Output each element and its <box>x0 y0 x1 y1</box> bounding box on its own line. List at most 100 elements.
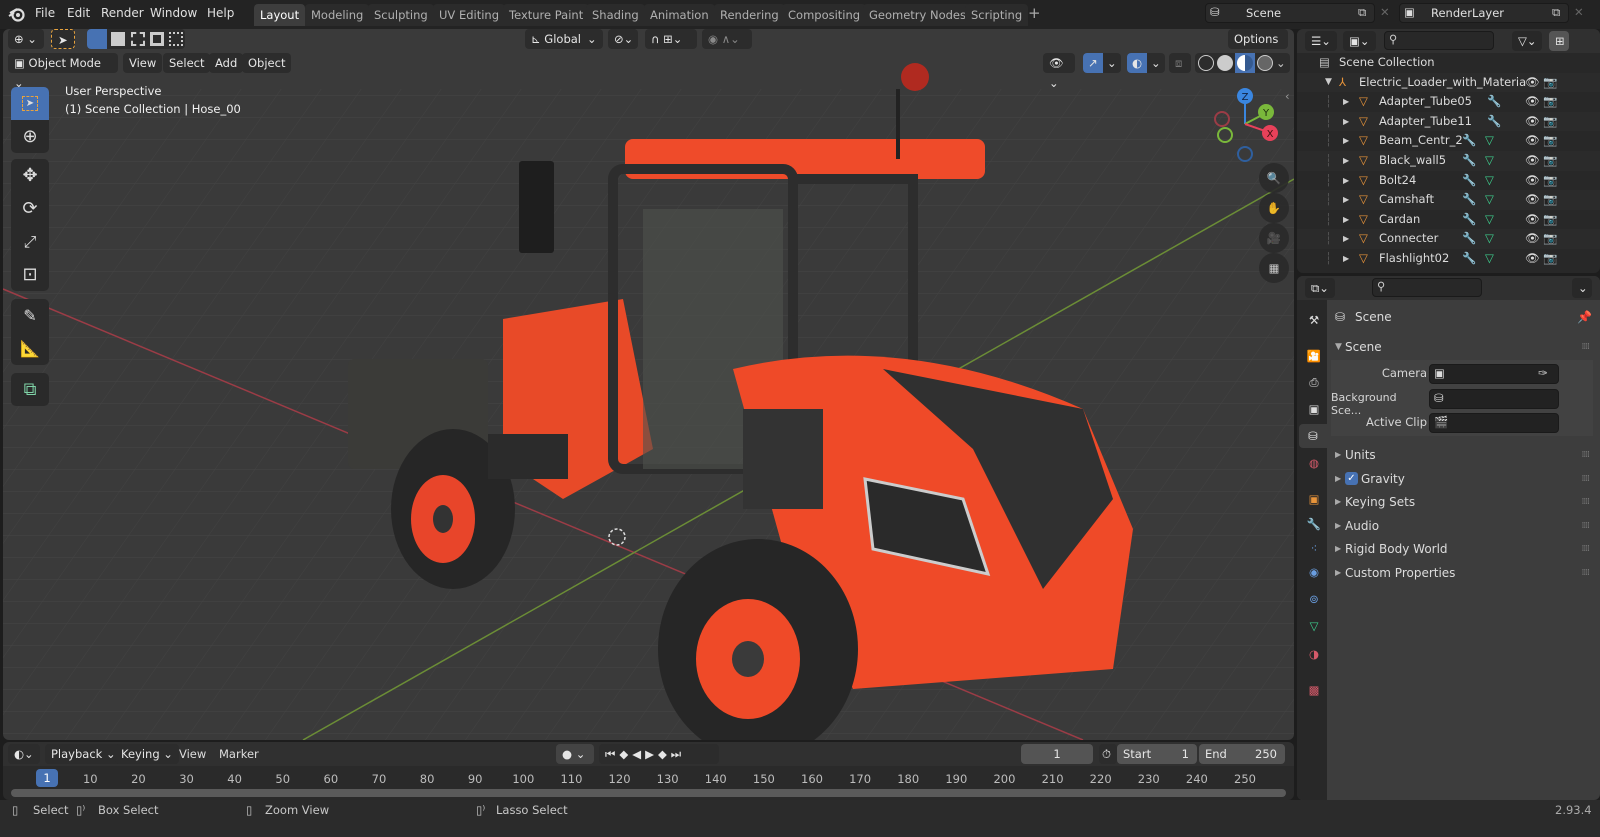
pivot-point-dropdown[interactable]: ⊘⌄ <box>608 29 638 49</box>
object-name[interactable]: Adapter_Tube05 <box>1379 92 1472 112</box>
object-name[interactable]: Beam_Centr_2 <box>1379 131 1463 151</box>
subpanel-audio[interactable]: ▶ Audio ⁞⁞⁞⁞ <box>1331 515 1593 537</box>
proportional-edit-icon[interactable]: ◉ <box>708 32 718 46</box>
menu-window[interactable]: Window <box>150 6 197 20</box>
tab-rendering[interactable]: Rendering <box>714 4 785 26</box>
tool-scale[interactable]: ⤢ <box>11 225 49 258</box>
snap-magnet-icon[interactable]: ∩ <box>651 32 659 46</box>
zoom-view-button[interactable]: 🔍 <box>1259 163 1289 193</box>
delete-scene-icon[interactable]: ✕ <box>1380 5 1390 19</box>
drag-handle-icon[interactable]: ⁞⁞⁞⁞ <box>1582 562 1591 584</box>
outliner-search-input[interactable]: ⚲ <box>1384 31 1494 50</box>
tab-scene[interactable]: ⛁ <box>1299 424 1327 448</box>
overlays-toggle[interactable]: ◐ ⌄ <box>1127 53 1165 73</box>
view-layer-name[interactable]: RenderLayer <box>1431 6 1504 20</box>
filter-dropdown[interactable]: ▽⌄ <box>1512 31 1543 51</box>
visibility-eye-icon[interactable]: 👁 <box>1525 92 1540 112</box>
options-dropdown[interactable]: Options ⌄ <box>1228 29 1288 66</box>
tab-uv-editing[interactable]: UV Editing <box>433 4 505 26</box>
subpanel-keying-sets[interactable]: ▶ Keying Sets ⁞⁞⁞⁞ <box>1331 491 1593 513</box>
playhead[interactable]: 1 <box>36 769 58 787</box>
modifier-wrench-icon[interactable]: 🔧 <box>1462 171 1476 191</box>
tool-add-cube[interactable]: ⧉ <box>11 373 49 406</box>
render-camera-icon[interactable]: 📷 <box>1543 171 1557 191</box>
drag-handle-icon[interactable]: ⁞⁞⁞⁞ <box>1582 444 1591 466</box>
visibility-eye-icon[interactable]: 👁 <box>1525 151 1540 171</box>
drag-handle-icon[interactable]: ⁞⁞⁞⁞ <box>1582 468 1591 490</box>
tab-data[interactable]: ▽ <box>1301 614 1327 638</box>
expand-right-icon[interactable]: ▶ <box>1343 92 1349 112</box>
tool-transform[interactable]: ⊡ <box>11 258 49 291</box>
subpanel-units[interactable]: ▶ Units ⁞⁞⁞⁞ <box>1331 444 1593 466</box>
pin-icon[interactable]: 📌 <box>1577 306 1592 328</box>
object-name[interactable]: Black_wall5 <box>1379 151 1446 171</box>
outliner-row-object[interactable]: ┆ ▶ ▽ Connecter 🔧 ▽ 👁 📷 <box>1297 229 1600 249</box>
mesh-data-icon[interactable]: ▽ <box>1485 210 1494 230</box>
solid-shading-icon[interactable] <box>1217 55 1233 71</box>
pan-view-button[interactable]: ✋ <box>1259 193 1289 223</box>
object-name[interactable]: Adapter_Tube11 <box>1379 112 1472 132</box>
gizmo-toggle[interactable]: ↗ ⌄ <box>1083 53 1121 73</box>
menu-edit[interactable]: Edit <box>67 6 90 20</box>
modifier-wrench-icon[interactable]: 🔧 <box>1462 190 1476 210</box>
object-menu[interactable]: Object <box>242 53 292 73</box>
new-view-layer-icon[interactable]: ⧉ <box>1552 5 1560 20</box>
visibility-eye-icon[interactable]: 👁 <box>1525 171 1540 191</box>
tab-world[interactable]: ◍ <box>1301 451 1327 475</box>
properties-search-input[interactable]: ⚲ <box>1372 278 1482 297</box>
properties-editor-type[interactable]: ⧉⌄ <box>1305 278 1335 298</box>
outliner-row-object[interactable]: ┆ ▶ ▽ Adapter_Tube05 🔧 👁 📷 <box>1297 92 1600 112</box>
expand-down-icon[interactable]: ▼ <box>1325 73 1332 93</box>
render-camera-icon[interactable]: 📷 <box>1543 112 1557 132</box>
subtract-selection-icon[interactable] <box>131 32 145 46</box>
intersect-selection-icon[interactable] <box>169 32 183 46</box>
tab-output[interactable]: ⎙ <box>1301 370 1327 394</box>
modifier-wrench-icon[interactable]: 🔧 <box>1487 112 1501 132</box>
modifier-wrench-icon[interactable]: 🔧 <box>1462 210 1476 230</box>
eyedropper-icon[interactable]: ✑ <box>1538 366 1548 380</box>
tab-compositing[interactable]: Compositing <box>782 4 867 26</box>
tool-cursor[interactable]: ⊕ <box>11 120 49 153</box>
mesh-data-icon[interactable]: ▽ <box>1485 131 1494 151</box>
render-camera-icon[interactable]: 📷 <box>1543 151 1557 171</box>
new-collection-button[interactable]: ⊞ <box>1549 31 1569 51</box>
outliner-row-collection[interactable]: ▼ ⅄ Electric_Loader_with_Materia 👁 📷 <box>1297 72 1600 93</box>
render-camera-icon[interactable]: 📷 <box>1543 210 1557 230</box>
outliner-row-object[interactable]: ┆ ▶ ▽ Camshaft 🔧 ▽ 👁 📷 <box>1297 190 1600 210</box>
wireframe-shading-icon[interactable] <box>1198 55 1214 71</box>
tab-modeling[interactable]: Modeling <box>305 4 370 26</box>
mesh-data-icon[interactable]: ▽ <box>1485 249 1494 269</box>
sidebar-toggle-icon[interactable]: ‹ <box>1285 89 1290 103</box>
view-layer-selector[interactable]: ▣ RenderLayer ⧉ <box>1399 3 1569 23</box>
tab-particles[interactable]: ⁖ <box>1301 536 1327 560</box>
shading-options-chevron-icon[interactable]: ⌄ <box>1276 53 1286 73</box>
falloff-curve-icon[interactable]: ∧⌄ <box>722 32 740 46</box>
snapping-group[interactable]: ∩ ⊞⌄ <box>645 29 697 49</box>
drag-handle-icon[interactable]: ⁞⁞⁞⁞ <box>1582 336 1591 358</box>
tool-annotate[interactable]: ✎ <box>11 299 49 332</box>
visibility-dropdown[interactable]: 👁⌄ <box>1043 53 1075 90</box>
set-new-selection-icon[interactable] <box>87 29 107 49</box>
visibility-eye-icon[interactable]: 👁 <box>1525 249 1540 269</box>
menu-help[interactable]: Help <box>207 6 234 20</box>
rendered-shading-icon[interactable] <box>1257 55 1273 71</box>
tool-select-box[interactable]: ➤ <box>11 87 49 120</box>
visibility-eye-icon[interactable]: 👁 <box>1525 229 1540 249</box>
blender-logo-icon[interactable] <box>8 5 26 23</box>
outliner-row-object[interactable]: ┆ ▶ ▽ Black_wall5 🔧 ▽ 👁 📷 <box>1297 151 1600 171</box>
outliner-row-object[interactable]: ┆ ▶ ▽ Adapter_Tube11 🔧 👁 📷 <box>1297 111 1600 132</box>
outliner-row-object[interactable]: ┆ ▶ ▽ Bolt24 🔧 ▽ 👁 📷 <box>1297 170 1600 191</box>
mesh-data-icon[interactable]: ▽ <box>1485 171 1494 191</box>
visibility-eye-icon[interactable]: 👁 <box>1525 112 1540 132</box>
proportional-editing-group[interactable]: ◉ ∧⌄ <box>702 29 752 49</box>
render-camera-icon[interactable]: 📷 <box>1543 73 1557 93</box>
drag-handle-icon[interactable]: ⁞⁞⁞⁞ <box>1582 515 1591 537</box>
expand-right-icon[interactable]: ▶ <box>1343 229 1349 249</box>
tab-render[interactable]: 🎦 <box>1301 344 1327 368</box>
tab-layout[interactable]: Layout <box>254 4 306 26</box>
tab-animation[interactable]: Animation <box>644 4 715 26</box>
expand-right-icon[interactable]: ▶ <box>1343 131 1349 151</box>
tool-move[interactable]: ✥ <box>11 159 49 192</box>
modifier-wrench-icon[interactable]: 🔧 <box>1487 92 1501 112</box>
object-name[interactable]: Cardan <box>1379 210 1420 230</box>
